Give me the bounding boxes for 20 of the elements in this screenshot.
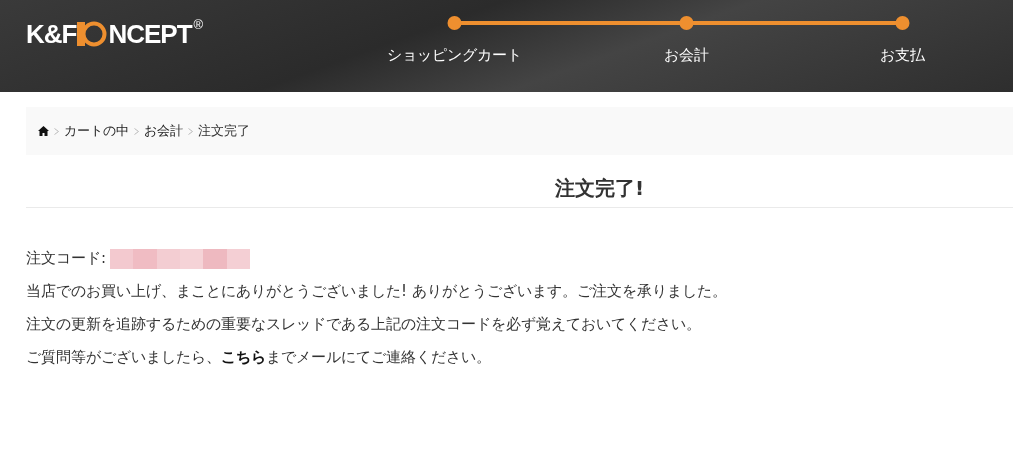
step-dot <box>679 16 694 30</box>
message-text: 注文の更新を追跡するための重要なスレッドである上記の注文コードを必ず覚えておいてください。 <box>26 314 702 335</box>
breadcrumb-current: 注文完了 <box>198 122 250 140</box>
breadcrumb-link[interactable]: お会計 <box>144 122 183 140</box>
step-label: お会計 <box>663 46 709 65</box>
step-label: お支払 <box>879 46 925 65</box>
step-label: ショッピングカート <box>386 46 522 65</box>
order-code-label: 注文コード: <box>26 248 107 269</box>
step-dot <box>447 16 462 30</box>
chevron-icon <box>54 127 59 135</box>
contact-link[interactable]: こちら <box>221 348 266 366</box>
chevron-icon <box>134 127 139 135</box>
breadcrumb-link[interactable]: カートの中 <box>64 122 129 140</box>
step-dot <box>895 16 910 30</box>
message-text: 当店でのお買い上げ、まことにありがとうございました! ありがとうございます。ご注文を承りました。 <box>26 281 728 302</box>
page-title: 注文完了! <box>554 175 645 202</box>
message-text: ご質問等がございましたら、こちら までメールにてご連絡ください。 <box>26 347 492 368</box>
chevron-icon <box>188 127 193 135</box>
logo[interactable]: K&F NCEPT$^{®}$ <box>26 18 203 50</box>
home-icon[interactable] <box>38 126 49 136</box>
